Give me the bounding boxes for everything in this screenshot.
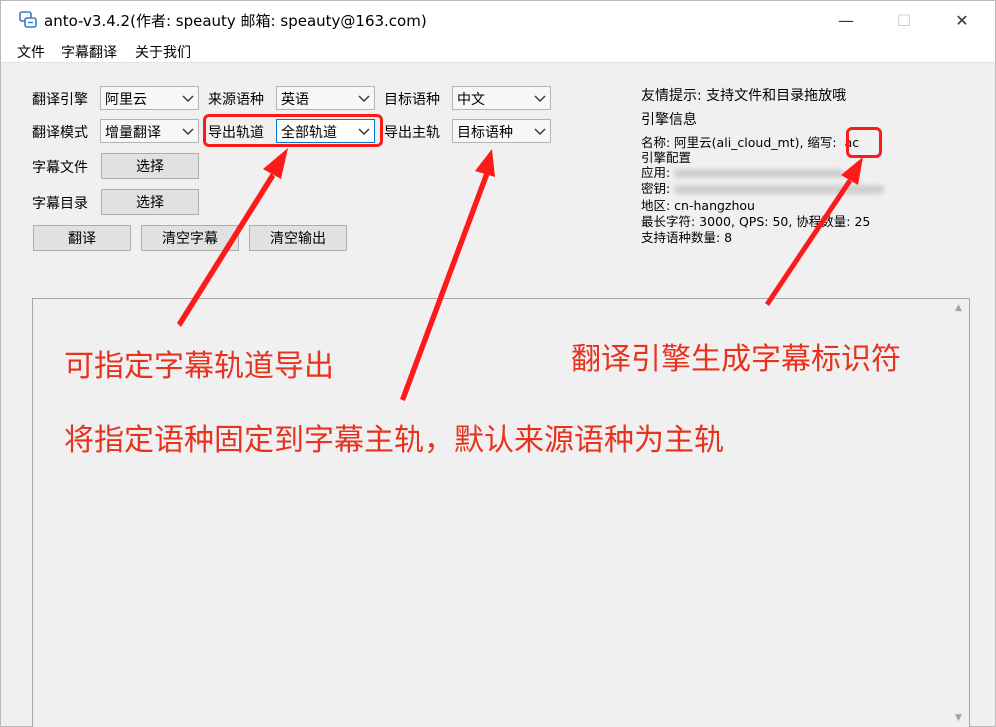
translate-button[interactable]: 翻译: [33, 225, 131, 251]
engine-value: 阿里云: [105, 92, 147, 108]
app-icon: [19, 11, 37, 28]
mode-value: 增量翻译: [105, 125, 161, 141]
source-lang-value: 英语: [281, 92, 309, 108]
app-line: 应用:: [641, 165, 845, 180]
menu-subtitle-translate[interactable]: 字幕翻译: [61, 42, 117, 62]
maximize-icon[interactable]: ☐: [881, 1, 927, 39]
target-lang-label: 目标语种: [384, 92, 440, 108]
chevron-down-icon: [182, 128, 194, 135]
export-main-value: 目标语种: [457, 125, 513, 141]
app-label: 应用:: [641, 165, 671, 180]
subtitle-dir-select-button[interactable]: 选择: [101, 189, 199, 215]
chevron-down-icon: [534, 128, 546, 135]
key-value-redacted: [674, 185, 885, 194]
limits-line: 最长字符: 3000, QPS: 50, 协程数量: 25: [641, 214, 871, 229]
annotation-main-track-note: 将指定语种固定到字幕主轨，默认来源语种为主轨: [64, 423, 724, 458]
engine-info-title: 引擎信息: [641, 112, 697, 128]
chevron-down-icon: [534, 95, 546, 102]
window-title: anto-v3.4.2(作者: speauty 邮箱: speauty@163.…: [44, 12, 427, 30]
chevron-down-icon: [358, 95, 370, 102]
subtitle-file-label: 字幕文件: [32, 160, 88, 176]
annotation-abbr-note: 翻译引擎生成字幕标识符: [571, 342, 901, 377]
source-lang-label: 来源语种: [208, 92, 264, 108]
menu-file[interactable]: 文件: [17, 42, 45, 62]
minimize-icon[interactable]: —: [823, 1, 869, 39]
menu-bar: 文件 字幕翻译 关于我们: [1, 39, 995, 63]
title-bar: anto-v3.4.2(作者: speauty 邮箱: speauty@163.…: [1, 1, 995, 39]
export-main-select[interactable]: 目标语种: [452, 119, 551, 143]
engine-config-title: 引擎配置: [641, 150, 692, 165]
app-value-redacted: [674, 169, 845, 178]
lang-count-line: 支持语种数量: 8: [641, 230, 733, 245]
scroll-up-icon[interactable]: ▲: [955, 303, 965, 313]
key-line: 密钥:: [641, 181, 885, 196]
export-track-highlight-box: [203, 114, 383, 147]
chevron-down-icon: [182, 95, 194, 102]
target-lang-value: 中文: [457, 92, 485, 108]
abbr-highlight-box: [846, 127, 882, 158]
subtitle-dir-label: 字幕目录: [32, 196, 88, 212]
clear-output-button[interactable]: 清空输出: [249, 225, 347, 251]
region-line: 地区: cn-hangzhou: [641, 198, 755, 213]
export-main-label: 导出主轨: [384, 125, 440, 141]
menu-about[interactable]: 关于我们: [135, 42, 191, 62]
key-label: 密钥:: [641, 181, 671, 196]
source-lang-select[interactable]: 英语: [276, 86, 375, 110]
subtitle-file-select-button[interactable]: 选择: [101, 153, 199, 179]
engine-name-line: 名称: 阿里云(ali_cloud_mt), 缩写: ac: [641, 135, 859, 150]
annotation-track-note: 可指定字幕轨道导出: [64, 349, 334, 384]
close-icon[interactable]: ✕: [939, 1, 985, 39]
vertical-scrollbar[interactable]: ▲ ▼: [952, 299, 969, 727]
engine-select[interactable]: 阿里云: [100, 86, 199, 110]
clear-subtitle-button[interactable]: 清空字幕: [141, 225, 239, 251]
mode-label: 翻译模式: [32, 125, 88, 141]
engine-label: 翻译引擎: [32, 92, 88, 108]
target-lang-select[interactable]: 中文: [452, 86, 551, 110]
engine-name-text: 名称: 阿里云(ali_cloud_mt), 缩写:: [641, 135, 837, 150]
app-window: anto-v3.4.2(作者: speauty 邮箱: speauty@163.…: [0, 0, 996, 727]
scroll-down-icon[interactable]: ▼: [955, 713, 965, 723]
tip-text: 友情提示: 支持文件和目录拖放哦: [641, 88, 847, 104]
mode-select[interactable]: 增量翻译: [100, 119, 199, 143]
